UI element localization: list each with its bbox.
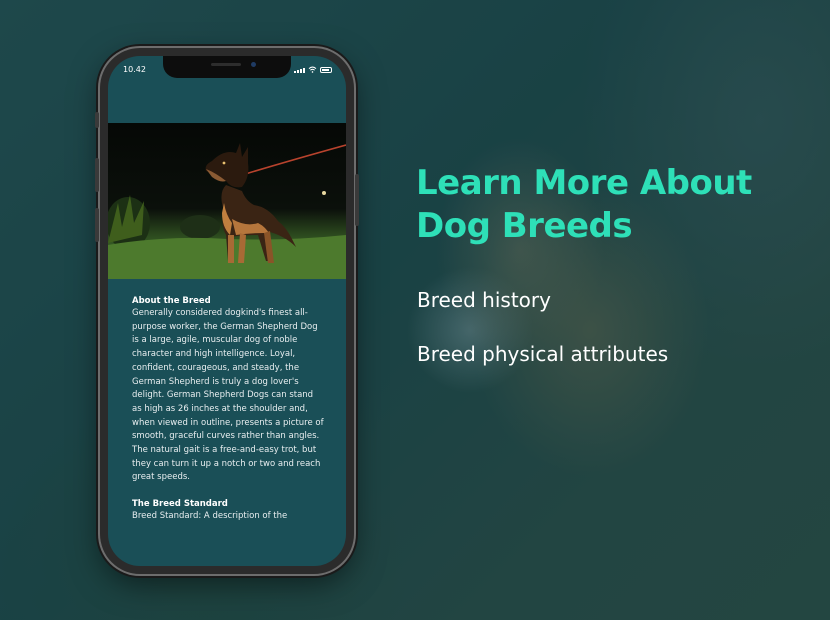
- breed-content: About the Breed Generally considered dog…: [132, 296, 324, 524]
- breed-standard-title: The Breed Standard: [132, 499, 228, 510]
- breed-standard-text: Breed Standard: A description of the: [132, 511, 288, 522]
- feature-breed-attributes: Breed physical attributes: [417, 342, 669, 366]
- headline-line-1: Learn More About: [416, 163, 752, 203]
- about-breed-title: About the Breed: [132, 296, 211, 306]
- phone-notch: [163, 56, 291, 78]
- phone-volume-up: [95, 158, 99, 192]
- wifi-icon: [308, 66, 317, 73]
- headline-line-2: Dog Breeds: [416, 206, 633, 246]
- phone-power-button: [355, 174, 359, 226]
- phone-mockup: 10.42 About the Breed Generally consider…: [95, 48, 359, 574]
- about-breed-text: Generally considered dogkind's finest al…: [132, 308, 324, 483]
- german-shepherd-photo: [108, 123, 346, 279]
- status-time: 10.42: [123, 65, 146, 74]
- signal-icon: [294, 68, 305, 73]
- phone-silent-switch: [95, 112, 99, 128]
- speaker: [211, 63, 241, 66]
- phone-screen: 10.42 About the Breed Generally consider…: [108, 56, 346, 566]
- promo-headline: Learn More About Dog Breeds: [416, 162, 752, 248]
- phone-volume-down: [95, 208, 99, 242]
- camera-icon: [251, 62, 256, 67]
- status-icons: [294, 66, 332, 73]
- feature-breed-history: Breed history: [417, 288, 551, 312]
- battery-icon: [320, 67, 332, 73]
